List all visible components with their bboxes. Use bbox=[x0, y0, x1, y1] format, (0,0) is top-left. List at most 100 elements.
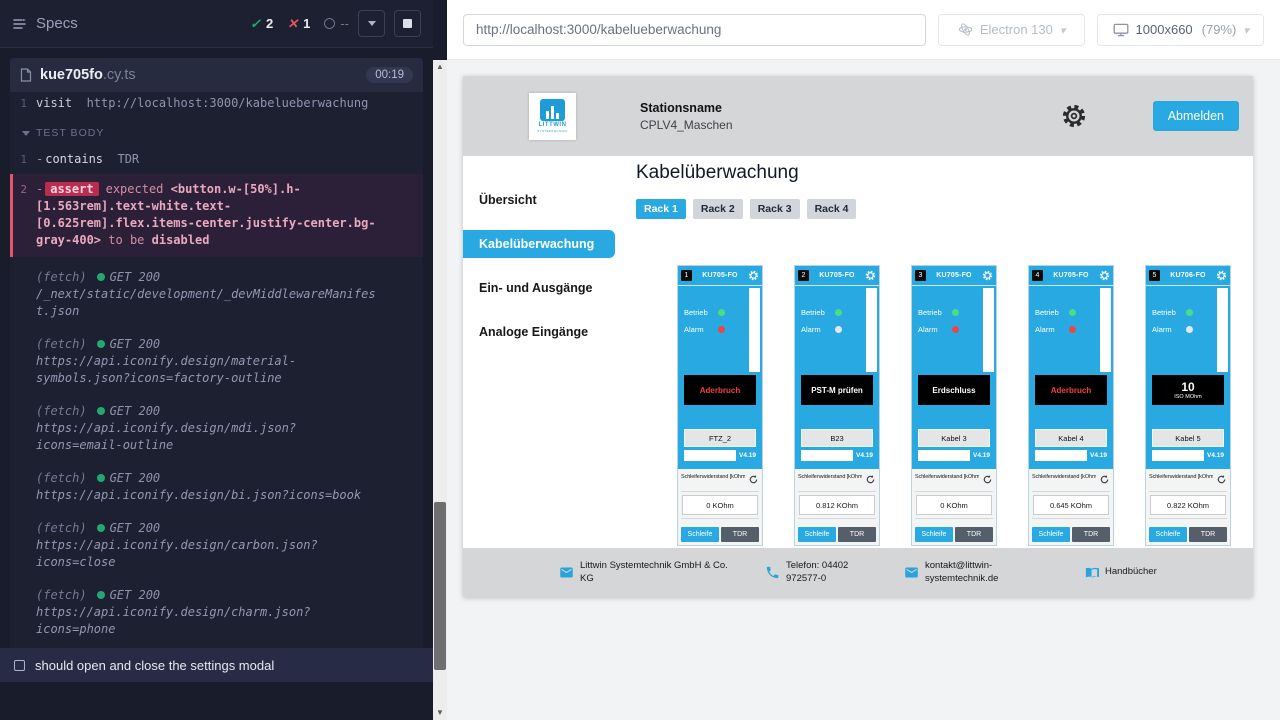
card-header: 4 KÜ705-FO bbox=[1029, 266, 1113, 286]
schleife-button[interactable]: Schleife bbox=[1032, 527, 1070, 542]
footer-manuals[interactable]: Handbücher bbox=[1084, 565, 1157, 580]
cable-name-field[interactable]: Kabel 4 bbox=[1035, 429, 1107, 447]
electron-icon bbox=[958, 22, 973, 37]
collapsed-test-row[interactable]: should open and close the settings modal bbox=[0, 648, 433, 682]
reporter-scrollbar[interactable] bbox=[433, 60, 447, 720]
command-row-visit[interactable]: 1 visit http://localhost:3000/kabelueber… bbox=[10, 93, 423, 114]
fetch-log-row[interactable]: (fetch)GET 200 https://api.iconify.desig… bbox=[10, 512, 423, 579]
settings-gear-icon[interactable] bbox=[1061, 103, 1087, 129]
betrieb-label: Betrieb bbox=[1152, 308, 1182, 317]
fetch-url: https://api.iconify.design/charm.json?ic… bbox=[36, 604, 378, 638]
logout-button[interactable]: Abmelden bbox=[1153, 101, 1239, 131]
fetch-url: https://api.iconify.design/carbon.json?i… bbox=[36, 537, 378, 571]
footer-phone: Telefon: 04402 972577-0 bbox=[765, 560, 904, 585]
pending-stat: -- bbox=[324, 16, 349, 31]
card-gear-icon[interactable] bbox=[1216, 270, 1227, 281]
card-gear-icon[interactable] bbox=[865, 270, 876, 281]
failed-stat: 1 bbox=[287, 16, 310, 32]
fetch-log-row[interactable]: (fetch)GET 200 /_next/static/development… bbox=[10, 261, 423, 328]
company-name: Littwin Systemtechnik GmbH & Co. KG bbox=[580, 560, 732, 585]
scroll-up-icon[interactable] bbox=[433, 60, 447, 74]
betrieb-led bbox=[835, 309, 842, 316]
spec-title-row[interactable]: kue705fo.cy.ts 00:19 bbox=[10, 58, 423, 92]
card-led-area: Betrieb Alarm bbox=[912, 286, 996, 375]
refresh-icon[interactable] bbox=[1216, 474, 1227, 485]
card-gear-icon[interactable] bbox=[982, 270, 993, 281]
refresh-icon[interactable] bbox=[865, 474, 876, 485]
device-card-4: 4 KÜ705-FO Betrieb Alarm Aderbruch bbox=[1028, 265, 1114, 546]
tab-rack-4[interactable]: Rack 4 bbox=[807, 199, 857, 219]
viewport-icon bbox=[1113, 23, 1129, 37]
spec-duration-badge: 00:19 bbox=[366, 67, 413, 83]
cable-name-field[interactable]: B23 bbox=[801, 429, 873, 447]
schleife-button[interactable]: Schleife bbox=[1149, 527, 1187, 542]
card-led-area: Betrieb Alarm bbox=[678, 286, 762, 375]
tdr-button[interactable]: TDR bbox=[838, 527, 876, 542]
device-number-badge: 5 bbox=[1149, 270, 1160, 281]
refresh-icon[interactable] bbox=[748, 474, 759, 485]
url-input[interactable]: http://localhost:3000/kabelueberwachung bbox=[463, 14, 926, 46]
card-gear-icon[interactable] bbox=[1099, 270, 1110, 281]
command-arg: TDR bbox=[117, 152, 139, 166]
cable-input-box[interactable] bbox=[918, 450, 970, 461]
sidebar-item-kabelueberwachung[interactable]: Kabelüberwachung bbox=[463, 230, 615, 258]
sidebar-item-analoge-eingaenge[interactable]: Analoge Eingänge bbox=[463, 318, 615, 346]
sidebar-item-ein-und-ausgaenge[interactable]: Ein- und Ausgänge bbox=[463, 274, 615, 302]
betrieb-label: Betrieb bbox=[684, 308, 714, 317]
scroll-down-icon[interactable] bbox=[433, 706, 447, 720]
tab-rack-2[interactable]: Rack 2 bbox=[693, 199, 743, 219]
schleife-button[interactable]: Schleife bbox=[681, 527, 719, 542]
resistance-label: Schleifenwiderstand [kOhm] bbox=[1149, 474, 1213, 480]
firmware-version: V4.19 bbox=[739, 452, 756, 459]
fetch-log-row[interactable]: (fetch)GET 200 https://api.iconify.desig… bbox=[10, 328, 423, 395]
viewport-select[interactable]: 1000x660 (79%) bbox=[1097, 14, 1264, 46]
spec-basename: kue705fo bbox=[40, 67, 103, 83]
cable-input-box[interactable] bbox=[801, 450, 853, 461]
tab-rack-3[interactable]: Rack 3 bbox=[750, 199, 800, 219]
tdr-button[interactable]: TDR bbox=[1189, 527, 1227, 542]
tab-rack-1[interactable]: Rack 1 bbox=[636, 199, 686, 219]
command-row-contains[interactable]: 1 contains TDR bbox=[10, 149, 423, 170]
tdr-button[interactable]: TDR bbox=[721, 527, 759, 542]
x-icon bbox=[287, 16, 298, 32]
collapse-button[interactable] bbox=[358, 10, 385, 37]
sidebar-item-uebersicht[interactable]: Übersicht bbox=[463, 186, 615, 214]
phone-number: Telefon: 04402 972577-0 bbox=[786, 560, 876, 585]
cable-name-field[interactable]: FTZ_2 bbox=[684, 429, 756, 447]
tdr-button[interactable]: TDR bbox=[955, 527, 993, 542]
refresh-icon[interactable] bbox=[1099, 474, 1110, 485]
status-dot-icon bbox=[97, 340, 105, 348]
cable-input-box[interactable] bbox=[1152, 450, 1204, 461]
fetch-status: GET 200 bbox=[110, 521, 161, 535]
fetch-log-row[interactable]: (fetch)GET 200 https://api.iconify.desig… bbox=[10, 462, 423, 512]
tdr-button[interactable]: TDR bbox=[1072, 527, 1110, 542]
card-gear-icon[interactable] bbox=[748, 270, 759, 281]
cable-input-box[interactable] bbox=[684, 450, 736, 461]
device-model: KÜ705-FO bbox=[812, 272, 862, 279]
browser-select[interactable]: Electron 130 bbox=[938, 14, 1086, 46]
schleife-button[interactable]: Schleife bbox=[915, 527, 953, 542]
footer-email[interactable]: kontakt@littwin-systemtechnik.de bbox=[904, 560, 1084, 585]
test-body-section[interactable]: TEST BODY bbox=[10, 114, 423, 149]
card-header: 1 KÜ705-FO bbox=[678, 266, 762, 286]
device-card-3: 3 KÜ705-FO Betrieb Alarm Erdschluss bbox=[911, 265, 997, 546]
schleife-button[interactable]: Schleife bbox=[798, 527, 836, 542]
specs-nav[interactable]: Specs bbox=[12, 15, 78, 32]
section-label: TEST BODY bbox=[36, 125, 104, 142]
failed-assert-row[interactable]: 2 assertexpected <button.w-[50%].h-[1.56… bbox=[10, 174, 423, 257]
fetch-log-row[interactable]: (fetch)GET 200 https://api.iconify.desig… bbox=[10, 395, 423, 462]
alarm-label: Alarm bbox=[918, 325, 948, 334]
card-display-strip bbox=[749, 288, 760, 372]
refresh-icon[interactable] bbox=[982, 474, 993, 485]
stop-button[interactable] bbox=[394, 10, 421, 37]
cable-name-field[interactable]: Kabel 3 bbox=[918, 429, 990, 447]
device-model: KÜ705-FO bbox=[929, 272, 979, 279]
cable-input-box[interactable] bbox=[1035, 450, 1087, 461]
scrollbar-thumb[interactable] bbox=[434, 502, 446, 670]
fetch-log-row[interactable]: (fetch)GET 200 https://api.iconify.desig… bbox=[10, 579, 423, 646]
browser-url-bar: http://localhost:3000/kabelueberwachung … bbox=[447, 0, 1280, 60]
specs-label: Specs bbox=[36, 15, 78, 32]
device-model: KÜ705-FO bbox=[695, 272, 745, 279]
browser-name: Electron 130 bbox=[980, 22, 1053, 37]
cable-name-field[interactable]: Kabel 5 bbox=[1152, 429, 1224, 447]
